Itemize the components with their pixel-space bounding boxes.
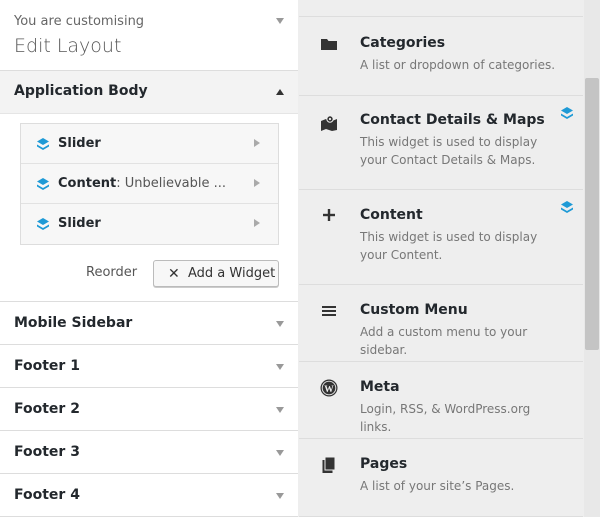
add-widget-label: Add a Widget [188, 266, 276, 281]
widget-list: Slider Content: Unbelievable ... Slider [20, 123, 279, 245]
section-footer-4[interactable]: Footer 4 [0, 474, 298, 517]
available-widget-categories[interactable]: Categories A list or dropdown of categor… [299, 16, 583, 95]
chevron-down-icon[interactable] [276, 493, 284, 499]
customizer-header[interactable]: You are customising Edit Layout [0, 0, 298, 70]
available-widget-content[interactable]: Content This widget is used to display y… [299, 189, 583, 284]
available-widget-contact-details-maps[interactable]: Contact Details & Maps This widget is us… [299, 95, 583, 189]
layers-logo-icon [37, 178, 49, 190]
customising-label: You are customising [14, 14, 145, 29]
close-icon: ✕ [168, 266, 180, 282]
section-title: Footer 3 [14, 444, 80, 460]
svg-text:W: W [324, 385, 334, 395]
section-title: Mobile Sidebar [14, 315, 133, 331]
widget-name: Custom Menu [360, 302, 468, 318]
widget-item-slider[interactable]: Slider [21, 124, 278, 164]
chevron-down-icon[interactable] [276, 364, 284, 370]
plus-icon [323, 209, 335, 221]
widget-item-slider[interactable]: Slider [21, 204, 278, 244]
widget-description: A list of your site’s Pages. [360, 479, 515, 493]
folder-icon [321, 39, 337, 50]
layers-logo-icon [561, 201, 573, 213]
layers-logo-icon [561, 107, 573, 119]
widget-description: Login, RSS, & WordPress.org links. [360, 402, 531, 434]
widget-item-content[interactable]: Content: Unbelievable ... [21, 164, 278, 204]
section-header-application-body[interactable]: Application Body [0, 71, 298, 114]
page-title: Edit Layout [14, 35, 122, 57]
available-widget-meta[interactable]: W Meta Login, RSS, & WordPress.org links… [299, 361, 583, 438]
section-mobile-sidebar[interactable]: Mobile Sidebar [0, 302, 298, 345]
expand-arrow-icon[interactable] [254, 139, 260, 147]
customizer-sidebar: You are customising Edit Layout Applicat… [0, 0, 298, 517]
pages-icon [322, 456, 336, 473]
widget-description: This widget is used to display your Cont… [360, 135, 538, 167]
widget-name: Meta [360, 379, 400, 395]
section-application-body: Application Body Slider Content: Unbelie… [0, 70, 298, 302]
chevron-down-icon[interactable] [276, 321, 284, 327]
scrollbar-track[interactable] [584, 0, 600, 517]
section-title: Footer 1 [14, 358, 80, 374]
section-title: Application Body [14, 83, 148, 99]
section-footer-2[interactable]: Footer 2 [0, 388, 298, 431]
add-widget-button[interactable]: ✕ Add a Widget [153, 260, 279, 287]
menu-icon [322, 306, 336, 316]
layers-logo-icon [37, 218, 49, 230]
available-widgets-panel: Categories A list or dropdown of categor… [299, 0, 600, 517]
expand-arrow-icon[interactable] [254, 219, 260, 227]
available-widget-pages[interactable]: Pages A list of your site’s Pages. [299, 438, 583, 517]
wordpress-icon: W [320, 379, 338, 397]
widget-name: Pages [360, 456, 408, 472]
widget-description: A list or dropdown of categories. [360, 58, 556, 72]
widget-name: Contact Details & Maps [360, 112, 545, 128]
map-marker-icon [321, 115, 337, 131]
section-footer-3[interactable]: Footer 3 [0, 431, 298, 474]
chevron-down-icon[interactable] [276, 18, 284, 24]
available-widget-custom-menu[interactable]: Custom Menu Add a custom menu to your si… [299, 284, 583, 361]
scrollbar-thumb[interactable] [585, 78, 599, 350]
widget-item-label: Slider [58, 216, 101, 231]
widget-description: Add a custom menu to your sidebar. [360, 325, 528, 357]
section-title: Footer 4 [14, 487, 80, 503]
widget-item-label: Slider [58, 136, 101, 151]
reorder-link[interactable]: Reorder [86, 265, 137, 280]
available-widgets-list: Categories A list or dropdown of categor… [299, 0, 583, 517]
chevron-down-icon[interactable] [276, 450, 284, 456]
chevron-up-icon[interactable] [276, 89, 284, 95]
widget-item-label: Content: Unbelievable ... [58, 176, 227, 191]
expand-arrow-icon[interactable] [254, 179, 260, 187]
section-footer-1[interactable]: Footer 1 [0, 345, 298, 388]
widget-name: Categories [360, 35, 446, 51]
layers-logo-icon [37, 138, 49, 150]
widget-name: Content [360, 207, 423, 223]
section-title: Footer 2 [14, 401, 80, 417]
widget-description: This widget is used to display your Cont… [360, 230, 538, 262]
chevron-down-icon[interactable] [276, 407, 284, 413]
